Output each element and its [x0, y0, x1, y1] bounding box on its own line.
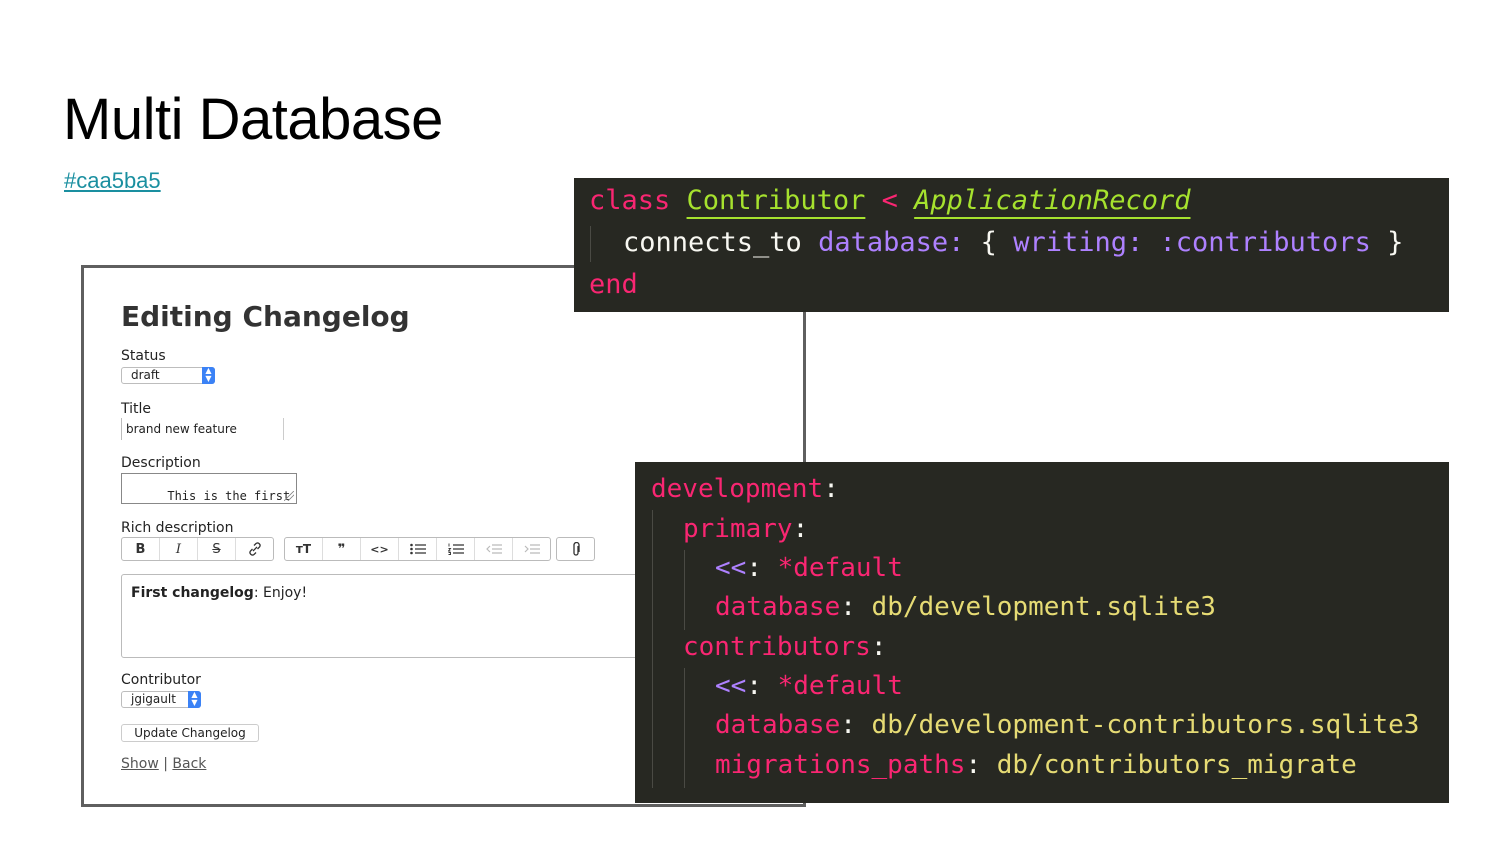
rich-description-label: Rich description: [121, 520, 234, 536]
status-value: draft: [131, 368, 160, 382]
writing-key: writing:: [1013, 227, 1144, 258]
yaml-value-database: db/development-contributors.sqlite3: [871, 710, 1420, 740]
yaml-value-database: db/development.sqlite3: [871, 592, 1216, 622]
file-group: [556, 537, 595, 561]
yaml-key-database: database: [715, 710, 841, 740]
model-code-panel: class Contributor < ApplicationRecord co…: [574, 178, 1449, 312]
update-changelog-button[interactable]: Update Changelog: [121, 724, 259, 742]
class-name: Contributor: [686, 185, 866, 216]
yaml-merge-key: <<: [715, 671, 747, 701]
yaml-line-migrations: migrations_paths: db/contributors_migrat…: [715, 750, 1357, 780]
rich-text-editor[interactable]: First changelog: Enjoy!: [121, 574, 681, 658]
editor-text: : Enjoy!: [253, 585, 308, 601]
code-line-3: end: [589, 269, 638, 300]
select-arrows-icon: ▲ ▼: [188, 691, 201, 708]
numbered-list-icon: [447, 543, 464, 555]
description-textarea[interactable]: This is the first changelog record,: [121, 473, 297, 504]
yaml-line-merge-1: <<: *default: [715, 553, 903, 583]
indent-button[interactable]: [513, 538, 550, 560]
outdent-button[interactable]: [475, 538, 513, 560]
database-key: database:: [818, 227, 965, 258]
brace-close: }: [1387, 227, 1404, 258]
indent-icon: [524, 544, 540, 554]
show-link[interactable]: Show: [121, 756, 159, 772]
title-label: Title: [121, 401, 152, 417]
yaml-alias: *default: [777, 553, 903, 583]
keyword-end: end: [589, 269, 638, 300]
footer-links: Show | Back: [121, 756, 206, 772]
slide-title: Multi Database: [63, 87, 443, 152]
heading-button[interactable]: тT: [285, 538, 323, 560]
inherit-operator: <: [881, 185, 898, 216]
select-arrows-icon: ▲ ▼: [202, 367, 215, 384]
yaml-line-database-2: database: db/development-contributors.sq…: [715, 710, 1420, 740]
yaml-alias: *default: [777, 671, 903, 701]
quote-button[interactable]: ❞: [323, 538, 361, 560]
indent-guide: [684, 550, 685, 630]
yaml-key-database: database: [715, 592, 841, 622]
indent-guide: [684, 668, 685, 788]
form-heading: Editing Changelog: [121, 300, 410, 333]
method-name: connects_to: [623, 227, 802, 258]
yaml-line-merge-2: <<: *default: [715, 671, 903, 701]
commit-link[interactable]: #caa5ba5: [64, 168, 161, 194]
bullet-list-icon: [409, 543, 426, 555]
indent-guide: [652, 510, 653, 788]
status-select[interactable]: draft ▲ ▼: [121, 367, 215, 384]
contributor-value: jgigault: [131, 692, 176, 706]
attach-file-button[interactable]: [557, 538, 594, 560]
yaml-line-primary: primary:: [683, 514, 809, 544]
brace-open: {: [980, 227, 997, 258]
resize-grip-icon[interactable]: [284, 491, 294, 501]
contributor-select[interactable]: jgigault ▲ ▼: [121, 691, 201, 708]
status-label: Status: [121, 348, 166, 364]
yaml-value-migrations-paths: db/contributors_migrate: [996, 750, 1357, 780]
symbol-value: :contributors: [1159, 227, 1371, 258]
back-link[interactable]: Back: [172, 756, 206, 772]
yaml-line-database-1: database: db/development.sqlite3: [715, 592, 1216, 622]
database-yaml-panel: development: primary: <<: *default datab…: [635, 462, 1449, 803]
yaml-key-migrations-paths: migrations_paths: [715, 750, 966, 780]
yaml-key-development: development: [651, 474, 824, 504]
strikethrough-button[interactable]: S: [198, 538, 236, 560]
numbered-list-button[interactable]: [437, 538, 475, 560]
code-line-2: connects_to database: { writing: :contri…: [623, 227, 1403, 258]
link-button[interactable]: [236, 538, 273, 560]
code-line-1: class Contributor < ApplicationRecord: [589, 185, 1191, 216]
contributor-label: Contributor: [121, 672, 201, 688]
link-separator: |: [163, 756, 168, 772]
italic-button[interactable]: I: [160, 538, 198, 560]
yaml-line-contributors: contributors:: [683, 632, 887, 662]
link-icon: [248, 542, 261, 556]
description-value: This is the first changelog record,: [167, 489, 291, 503]
editor-bold-text: First changelog: [131, 585, 254, 601]
yaml-key-contributors: contributors: [683, 632, 871, 662]
yaml-key-primary: primary: [683, 514, 793, 544]
paperclip-icon: [572, 541, 580, 556]
yaml-line-development: development:: [651, 474, 839, 504]
keyword-class: class: [589, 185, 671, 216]
bold-button[interactable]: B: [122, 538, 160, 560]
parent-class: ApplicationRecord: [914, 185, 1191, 216]
text-format-group: B I S: [121, 537, 274, 561]
title-input[interactable]: brand new feature: [121, 418, 284, 440]
indent-guide: [590, 226, 591, 262]
block-format-group: тT ❞ <>: [284, 537, 551, 561]
outdent-icon: [485, 544, 502, 554]
bullet-list-button[interactable]: [399, 538, 437, 560]
yaml-merge-key: <<: [715, 553, 747, 583]
description-label: Description: [121, 455, 201, 471]
code-button[interactable]: <>: [361, 538, 399, 560]
